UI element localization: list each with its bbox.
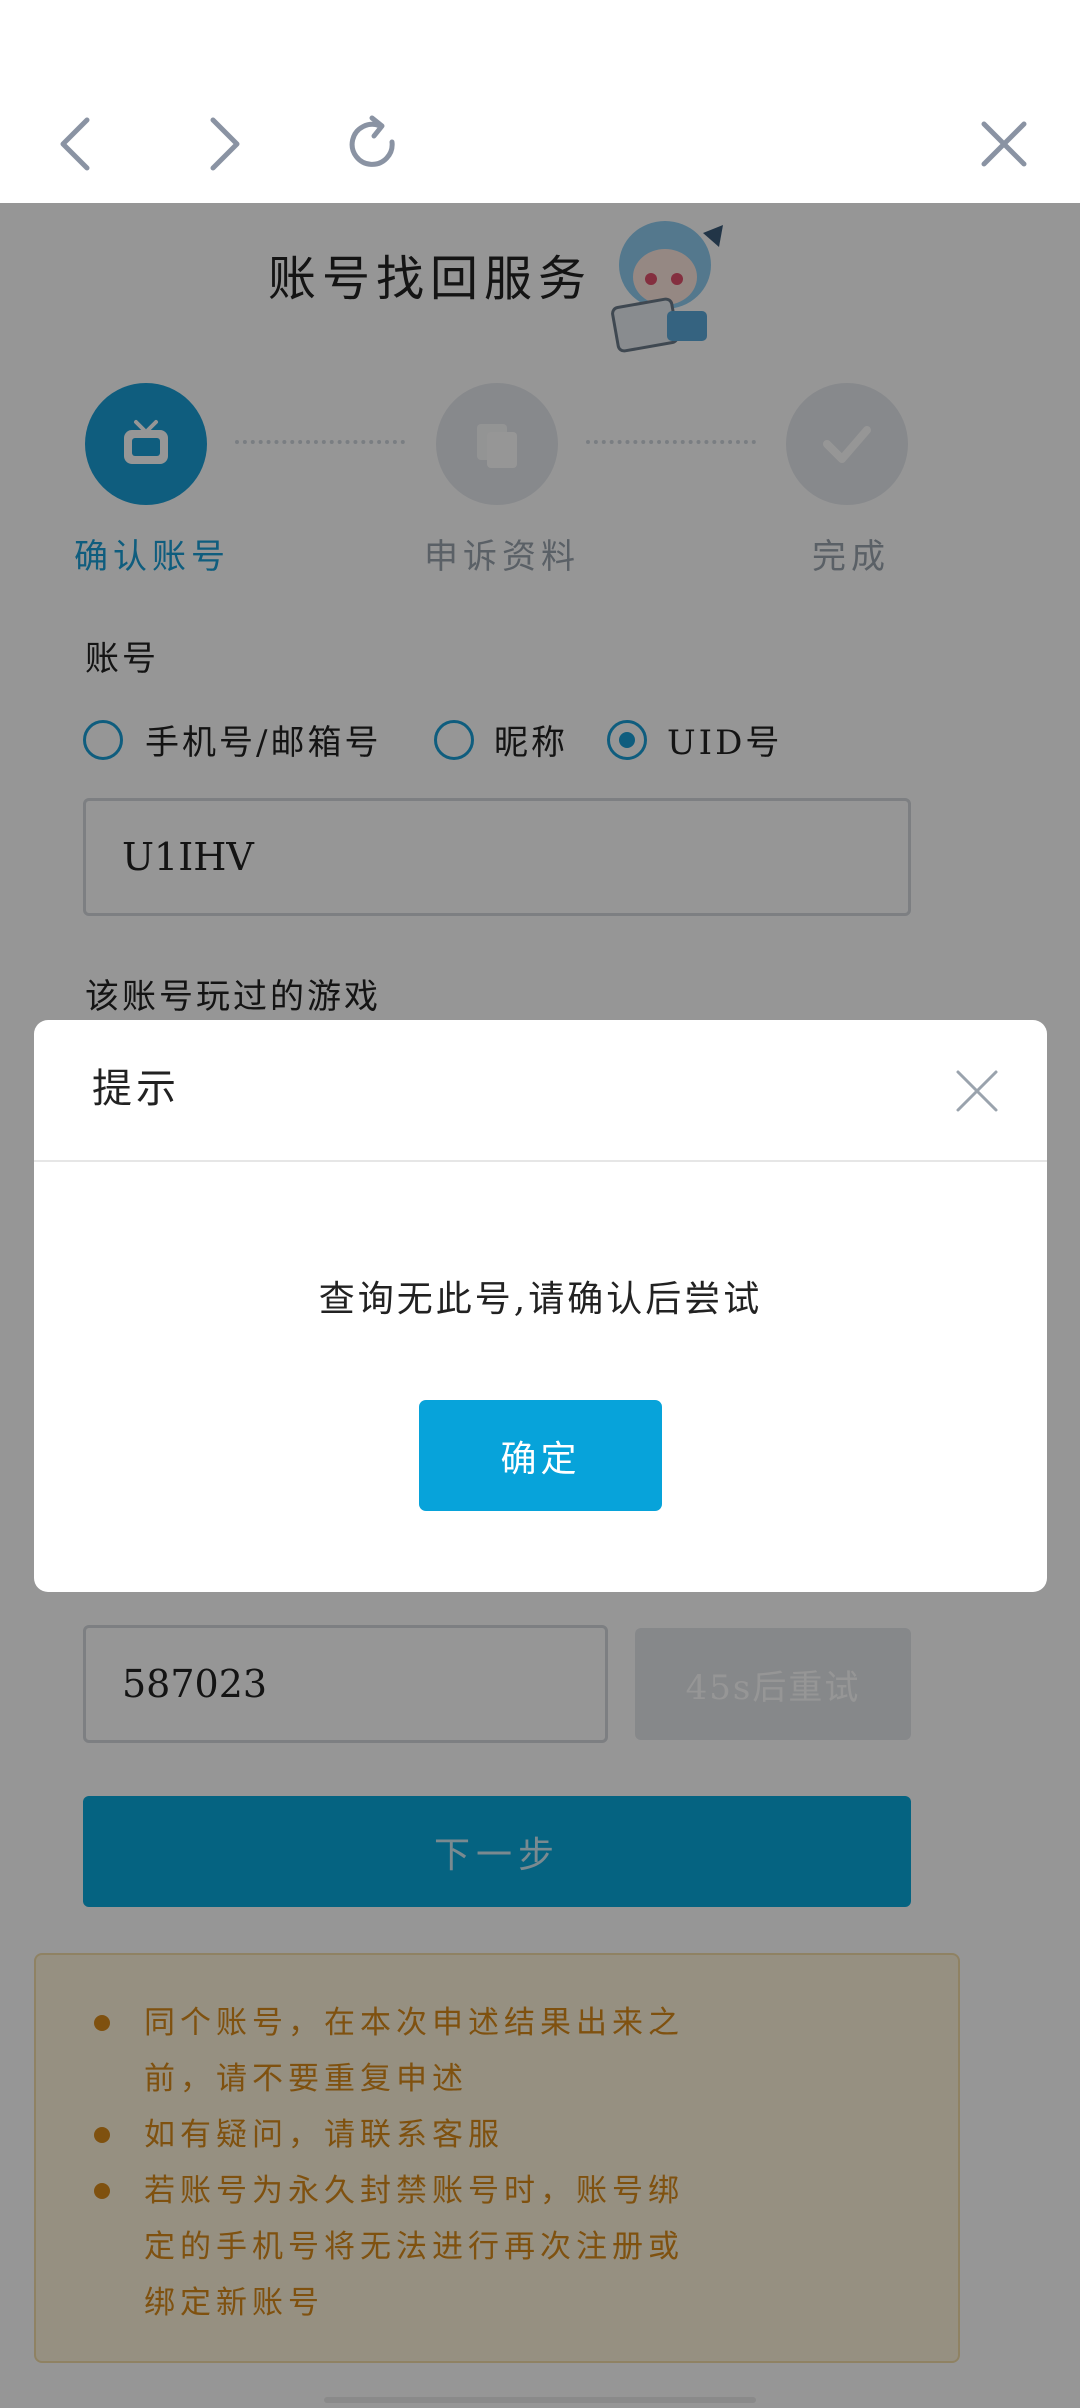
confirm-button[interactable]: 确定 [419, 1400, 662, 1511]
browser-toolbar [0, 0, 1080, 203]
dialog-message: 查询无此号,请确认后尝试 [318, 1279, 763, 1320]
dialog-title: 提示 [92, 1066, 180, 1112]
close-icon[interactable] [954, 1068, 1000, 1114]
back-icon[interactable] [36, 104, 116, 184]
alert-dialog: 提示 查询无此号,请确认后尝试 确定 [34, 1020, 1047, 1592]
refresh-icon[interactable] [334, 104, 414, 184]
forward-icon[interactable] [184, 104, 264, 184]
divider [34, 1160, 1047, 1162]
home-indicator[interactable] [324, 2397, 756, 2403]
close-icon[interactable] [964, 104, 1044, 184]
